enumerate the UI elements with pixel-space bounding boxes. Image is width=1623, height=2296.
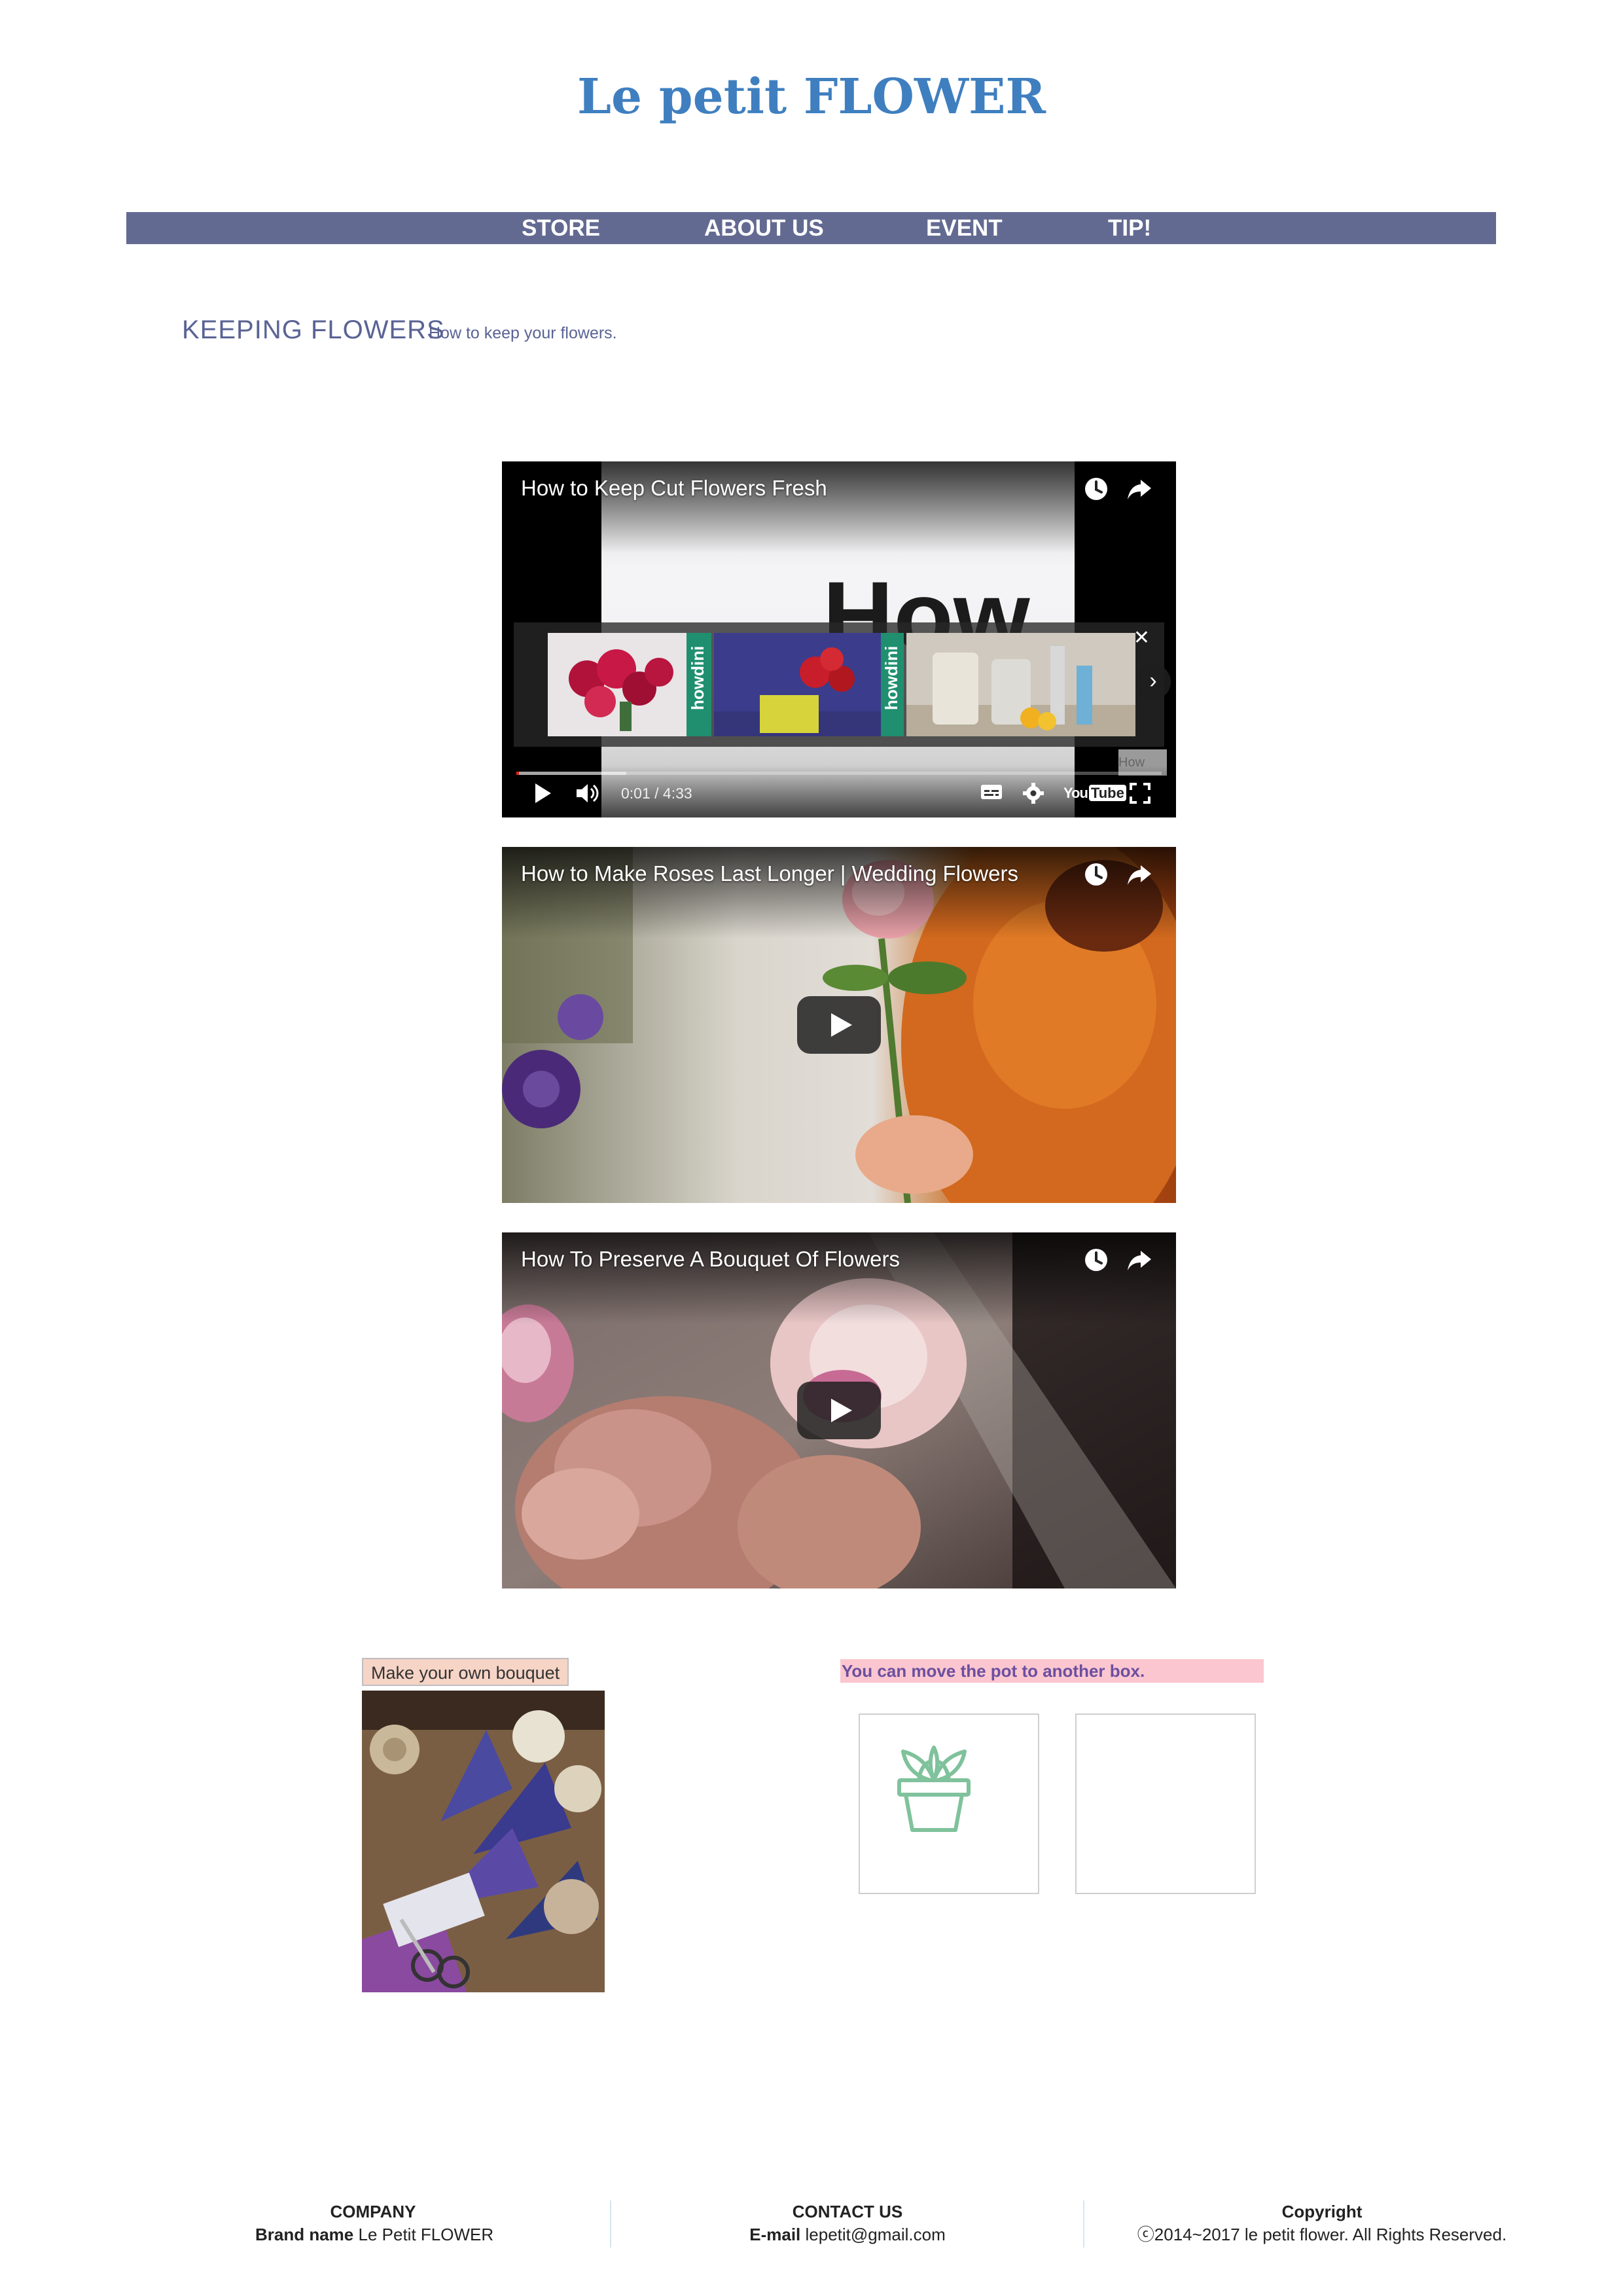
- close-endscreen-icon[interactable]: ✕: [1133, 626, 1150, 649]
- footer-company-heading: COMPANY: [330, 2202, 416, 2221]
- footer-company-label: Brand name: [255, 2225, 354, 2244]
- site-title[interactable]: Le petit FLOWER: [0, 69, 1623, 125]
- play-icon[interactable]: [533, 782, 553, 804]
- nav-item-about-us[interactable]: ABOUT US: [704, 212, 824, 244]
- section-subtitle: How to keep your flowers.: [429, 324, 617, 342]
- plant-pot-icon[interactable]: [891, 1744, 976, 1835]
- progress-buffered: [516, 772, 626, 775]
- captions-icon[interactable]: [980, 782, 1003, 802]
- footer-contact-heading: CONTACT US: [792, 2202, 903, 2221]
- suggestion-thumbnail-3[interactable]: [906, 633, 1135, 736]
- suggestion-thumbnail-1[interactable]: howdini: [548, 633, 711, 736]
- watch-later-icon[interactable]: [1082, 860, 1111, 889]
- nav-item-tip[interactable]: TIP!: [1108, 212, 1151, 244]
- howdini-logo-text: howdini: [688, 646, 707, 710]
- settings-icon[interactable]: [1022, 782, 1044, 804]
- footer-copyright: Copyright ⓒ2014~2017 le petit flower. Al…: [1132, 2200, 1512, 2246]
- footer-email-link[interactable]: lepetit@gmail.com: [806, 2225, 946, 2244]
- pot-hint: You can move the pot to another box.: [840, 1659, 1264, 1683]
- watch-later-icon[interactable]: [1082, 1246, 1111, 1274]
- video-2-title[interactable]: How to Make Roses Last Longer | Wedding …: [521, 861, 1018, 886]
- footer-company-line: Brand name Le Petit FLOWER: [255, 2223, 494, 2246]
- howdini-logo-text-2: howdini: [882, 646, 901, 710]
- footer-company-value: Le Petit FLOWER: [358, 2225, 494, 2244]
- progress-bar[interactable]: [516, 772, 1162, 775]
- video-2-top-gradient: [502, 847, 1176, 939]
- footer-company: COMPANY Brand name Le Petit FLOWER: [255, 2200, 494, 2246]
- share-icon[interactable]: [1125, 860, 1154, 889]
- footer-copyright-heading: Copyright: [1281, 2202, 1363, 2221]
- footer-copyright-text: ⓒ2014~2017 le petit flower. All Rights R…: [1137, 2225, 1507, 2244]
- video-1-controls: 0:01 / 4:33 You Tube: [502, 765, 1176, 817]
- bouquet-label[interactable]: Make your own bouquet: [362, 1658, 569, 1686]
- youtube-logo[interactable]: You Tube: [1063, 785, 1126, 802]
- drop-box-1[interactable]: [859, 1713, 1039, 1894]
- main-nav: STORE ABOUT US EVENT TIP!: [126, 212, 1496, 244]
- footer-contact-line: E-mail lepetit@gmail.com: [720, 2223, 975, 2246]
- video-1-title[interactable]: How to Keep Cut Flowers Fresh: [521, 476, 827, 501]
- fullscreen-icon[interactable]: [1129, 782, 1151, 804]
- video-player-2[interactable]: How to Make Roses Last Longer | Wedding …: [502, 847, 1176, 1203]
- volume-icon[interactable]: [575, 782, 601, 804]
- page: Le petit FLOWER STORE ABOUT US EVENT TIP…: [0, 0, 1623, 2296]
- video-player-3[interactable]: How To Preserve A Bouquet Of Flowers: [502, 1232, 1176, 1588]
- video-3-title[interactable]: How To Preserve A Bouquet Of Flowers: [521, 1247, 900, 1272]
- share-icon[interactable]: [1125, 475, 1154, 503]
- nav-item-event[interactable]: EVENT: [926, 212, 1003, 244]
- bouquet-image[interactable]: [362, 1691, 605, 1992]
- footer-divider-1: [610, 2200, 611, 2248]
- video-player-1[interactable]: How How to Keep Cut Flowers Fresh howdin…: [502, 461, 1176, 817]
- watch-later-icon[interactable]: [1082, 475, 1111, 503]
- video-3-top-gradient: [502, 1232, 1176, 1324]
- footer-divider-2: [1083, 2200, 1084, 2248]
- footer-contact-label: E-mail: [749, 2225, 801, 2244]
- play-button[interactable]: [797, 1382, 881, 1439]
- chevron-right-icon[interactable]: ›: [1135, 664, 1171, 700]
- play-button[interactable]: [797, 996, 881, 1054]
- drop-box-2[interactable]: [1075, 1713, 1256, 1894]
- progress-played: [516, 772, 519, 775]
- time-display: 0:01 / 4:33: [621, 785, 692, 802]
- share-icon[interactable]: [1125, 1246, 1154, 1274]
- nav-item-store[interactable]: STORE: [522, 212, 600, 244]
- end-screen-suggestions: howdini howdini ✕ ›: [514, 622, 1171, 747]
- suggestion-thumbnail-2[interactable]: howdini: [714, 633, 904, 736]
- video-1-top-gradient: [502, 461, 1176, 553]
- footer-contact: CONTACT US E-mail lepetit@gmail.com: [720, 2200, 975, 2246]
- section-title: KEEPING FLOWERS: [182, 315, 445, 344]
